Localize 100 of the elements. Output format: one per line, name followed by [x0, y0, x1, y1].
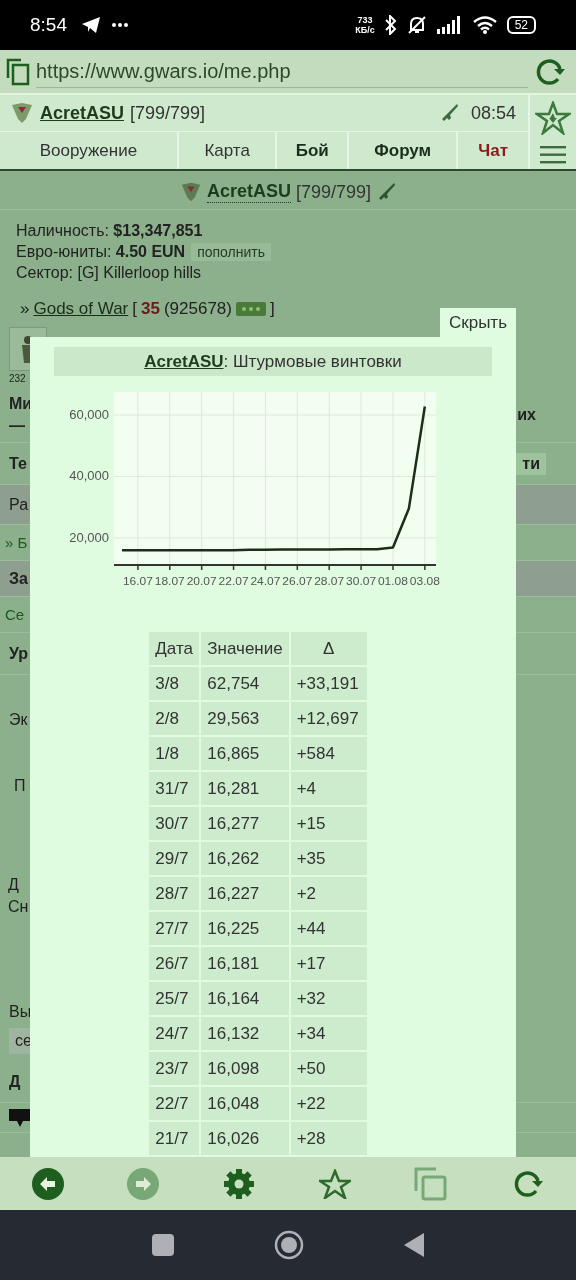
table-cell: +33,191	[290, 667, 367, 700]
sector-text: Сектор: [G] Killerloop hills	[16, 263, 203, 283]
user-link[interactable]: AcretASU	[40, 102, 125, 124]
background-text: Сн	[8, 898, 29, 916]
table-cell: 31/7	[149, 772, 200, 805]
table-cell: +50	[290, 1052, 367, 1085]
x-tick-label: 24.07	[249, 575, 278, 587]
item-count: 232	[9, 373, 26, 384]
table-cell: 22/7	[149, 1087, 200, 1120]
bluetooth-icon	[384, 15, 397, 35]
table-cell: 16,181	[201, 947, 289, 980]
back-nav-icon[interactable]	[404, 1233, 424, 1257]
settings-icon[interactable]	[223, 1167, 256, 1200]
table-cell: +2	[290, 877, 367, 910]
table-cell: 16,098	[201, 1052, 289, 1085]
background-text: их	[517, 405, 536, 424]
emblem-icon	[179, 181, 202, 203]
background-text: Ур	[9, 644, 29, 663]
emblem-icon	[10, 101, 34, 125]
table-cell: 16,227	[201, 877, 289, 910]
table-cell: 16,865	[201, 737, 289, 770]
x-tick-label: 03.08	[409, 575, 437, 587]
clan-points: (925678)	[163, 299, 232, 319]
background-text: Те	[9, 454, 27, 473]
x-tick-label: 20.07	[186, 575, 214, 587]
cash-text: Наличность: $13,347,851	[16, 221, 204, 241]
speed-unit: КБ/с	[355, 25, 375, 35]
table-cell: 62,754	[201, 667, 289, 700]
table-cell: 16,026	[201, 1122, 289, 1155]
table-cell: 16,277	[201, 807, 289, 840]
table-cell: 16,048	[201, 1087, 289, 1120]
background-text: Эк	[9, 711, 28, 729]
telegram-icon	[81, 16, 101, 34]
euro-text: Евро-юниты: 4.50 EUN	[16, 242, 186, 262]
table-cell: 16,225	[201, 912, 289, 945]
clan-level: 35	[141, 299, 160, 319]
clock-text: 08:54	[470, 102, 516, 124]
y-tick-label: 20,000	[68, 529, 109, 545]
background-text: » Б	[5, 534, 28, 551]
table-cell: 30/7	[149, 807, 200, 840]
table-cell: 25/7	[149, 982, 200, 1015]
background-text: П	[14, 777, 26, 795]
background-text: Д	[9, 1072, 21, 1091]
x-tick-label: 26.07	[281, 575, 310, 587]
table-cell: 2/8	[149, 702, 200, 735]
table-cell: 16,132	[201, 1017, 289, 1050]
topup-button[interactable]: пополнить	[191, 242, 272, 261]
table-cell: 23/7	[149, 1052, 200, 1085]
table-cell: +32	[290, 982, 367, 1015]
home-icon[interactable]	[274, 1230, 304, 1260]
wifi-icon	[472, 16, 497, 34]
user-link[interactable]: AcretASU	[144, 351, 224, 372]
x-tick-label: 18.07	[154, 575, 182, 587]
x-tick-label: 16.07	[122, 575, 150, 587]
table-cell: +44	[290, 912, 367, 945]
reload-icon[interactable]	[512, 1168, 545, 1199]
x-tick-label: 30.07	[345, 575, 374, 587]
table-cell: 3/8	[149, 667, 200, 700]
popup-title: : Штурмовые винтовки	[223, 351, 402, 372]
table-cell: +12,697	[290, 702, 367, 735]
network-speed: 733	[357, 15, 373, 25]
hp-text: [799/799]	[130, 102, 206, 124]
tabs-icon[interactable]	[6, 57, 30, 86]
table-cell: 29,563	[201, 702, 289, 735]
table-cell: +584	[290, 737, 367, 770]
table-cell: +22	[290, 1087, 367, 1120]
column-header: Значение	[201, 632, 289, 665]
hide-button[interactable]: Скрыть	[440, 308, 516, 338]
y-tick-label: 60,000	[68, 407, 109, 423]
table-cell: +28	[290, 1122, 367, 1155]
background-text: Се	[5, 606, 25, 623]
status-time: 8:54	[30, 14, 67, 36]
table-cell: 28/7	[149, 877, 200, 910]
battery-level: 52	[514, 18, 528, 32]
table-cell: +4	[290, 772, 367, 805]
user-link[interactable]: AcretASU	[206, 181, 291, 203]
background-text: Д	[8, 876, 20, 894]
table-cell: 29/7	[149, 842, 200, 875]
bell-muted-icon	[406, 15, 427, 35]
star-icon[interactable]	[535, 100, 571, 135]
table-cell: 24/7	[149, 1017, 200, 1050]
rank-badge-icon	[236, 302, 266, 316]
clan-link[interactable]: Gods of War	[33, 299, 129, 319]
background-text: —	[9, 416, 26, 435]
clan-bullet: »	[20, 299, 30, 319]
background-text: За	[9, 569, 28, 588]
table-cell: 16,164	[201, 982, 289, 1015]
menu-icon[interactable]	[540, 145, 566, 164]
table-cell: 16,262	[201, 842, 289, 875]
table-cell: 26/7	[149, 947, 200, 980]
x-tick-label: 22.07	[218, 575, 246, 587]
column-header: Δ	[290, 632, 367, 665]
star-icon[interactable]	[318, 1168, 351, 1199]
back-icon[interactable]	[31, 1167, 64, 1200]
y-tick-label: 40,000	[68, 468, 109, 484]
recents-icon[interactable]	[152, 1234, 174, 1256]
bracket-text: [	[132, 299, 137, 319]
background-text: Ра	[9, 495, 29, 514]
reload-icon[interactable]	[534, 56, 566, 87]
signal-icon	[436, 16, 463, 34]
